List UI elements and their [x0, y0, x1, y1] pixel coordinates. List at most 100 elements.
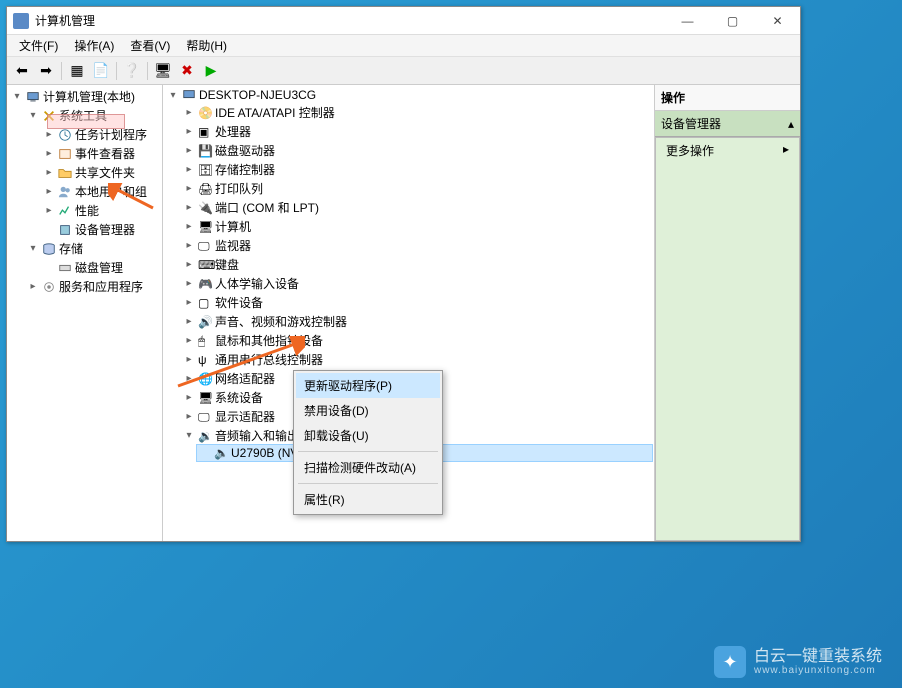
device-ports[interactable]: ▸🔌端口 (COM 和 LPT)	[181, 198, 652, 217]
tree-label: 音频输入和输出	[215, 427, 299, 444]
chevron-right-icon[interactable]: ▸	[183, 278, 195, 290]
watermark: ✦ 白云一键重装系统 www.baiyunxitong.com	[714, 646, 882, 678]
device-cpu[interactable]: ▸▣处理器	[181, 122, 652, 141]
device-sound[interactable]: ▸🔊声音、视频和游戏控制器	[181, 312, 652, 331]
computer-icon	[26, 90, 40, 104]
computer-management-window: 计算机管理 — ▢ ✕ 文件(F) 操作(A) 查看(V) 帮助(H) ⬅ ➡ …	[6, 6, 801, 542]
device-software[interactable]: ▸▢软件设备	[181, 293, 652, 312]
ctx-uninstall-device[interactable]: 卸载设备(U)	[296, 423, 440, 448]
chevron-right-icon[interactable]: ▸	[183, 297, 195, 309]
device-ide[interactable]: ▸📀IDE ATA/ATAPI 控制器	[181, 103, 652, 122]
tree-task-scheduler[interactable]: ▸任务计划程序	[41, 125, 160, 144]
ctx-scan-hardware[interactable]: 扫描检测硬件改动(A)	[296, 455, 440, 480]
tree-local-users[interactable]: ▸本地用户和组	[41, 182, 160, 201]
tree-label: 监视器	[215, 237, 251, 254]
tree-label: 打印队列	[215, 180, 263, 197]
chevron-right-icon[interactable]: ▸	[43, 186, 55, 198]
maximize-button[interactable]: ▢	[710, 7, 755, 35]
chevron-down-icon[interactable]: ▾	[27, 110, 39, 122]
chevron-right-icon[interactable]: ▸	[183, 335, 195, 347]
toolbar: ⬅ ➡ ▦ 📄 ❔ 🖥 ✖ ▶	[7, 57, 800, 85]
nav-back-button[interactable]: ⬅	[11, 60, 33, 82]
chevron-right-icon[interactable]: ▸	[183, 373, 195, 385]
chevron-down-icon[interactable]: ▾	[167, 89, 179, 101]
uninstall-button[interactable]: ✖	[176, 60, 198, 82]
scan-button[interactable]: 🖥	[152, 60, 174, 82]
separator	[61, 62, 62, 80]
device-mice[interactable]: ▸🖱鼠标和其他指针设备	[181, 331, 652, 350]
device-usb[interactable]: ▸ψ通用串行总线控制器	[181, 350, 652, 369]
ctx-update-driver[interactable]: 更新驱动程序(P)	[296, 373, 440, 398]
menu-action[interactable]: 操作(A)	[66, 35, 122, 56]
actions-section[interactable]: 设备管理器 ▴	[655, 111, 800, 137]
properties-button[interactable]: 📄	[90, 60, 112, 82]
app-icon	[13, 13, 29, 29]
chevron-right-icon[interactable]: ▸	[27, 281, 39, 293]
chevron-down-icon[interactable]: ▾	[27, 243, 39, 255]
device-printers[interactable]: ▸🖨打印队列	[181, 179, 652, 198]
chevron-right-icon[interactable]: ▸	[183, 202, 195, 214]
chevron-right-icon[interactable]: ▸	[183, 240, 195, 252]
chevron-right-icon[interactable]: ▸	[43, 148, 55, 160]
menu-help[interactable]: 帮助(H)	[178, 35, 235, 56]
tree-storage[interactable]: ▾ 存储	[25, 239, 160, 258]
tree-label: 系统工具	[59, 107, 107, 124]
tree-label: 性能	[75, 202, 99, 219]
device-tree-pane[interactable]: ▾DESKTOP-NJEU3CG ▸📀IDE ATA/ATAPI 控制器 ▸▣处…	[163, 85, 655, 541]
chevron-right-icon[interactable]: ▸	[183, 183, 195, 195]
chevron-right-icon[interactable]: ▸	[183, 164, 195, 176]
chevron-right-icon[interactable]: ▸	[183, 354, 195, 366]
menu-file[interactable]: 文件(F)	[11, 35, 66, 56]
tree-services-apps[interactable]: ▸服务和应用程序	[25, 277, 160, 296]
tree-label: 网络适配器	[215, 370, 275, 387]
chevron-right-icon[interactable]: ▸	[43, 129, 55, 141]
display-icon: 🖵	[198, 410, 212, 424]
chevron-right-icon[interactable]: ▸	[183, 107, 195, 119]
ctx-properties[interactable]: 属性(R)	[296, 487, 440, 512]
chevron-right-icon[interactable]: ▸	[183, 221, 195, 233]
nav-forward-button[interactable]: ➡	[35, 60, 57, 82]
tree-system-tools[interactable]: ▾ 系统工具	[25, 106, 160, 125]
close-button[interactable]: ✕	[755, 7, 800, 35]
chevron-right-icon[interactable]: ▸	[183, 411, 195, 423]
tree-event-viewer[interactable]: ▸事件查看器	[41, 144, 160, 163]
ctx-disable-device[interactable]: 禁用设备(D)	[296, 398, 440, 423]
printer-icon: 🖨	[198, 182, 212, 196]
tree-performance[interactable]: ▸ 性能	[41, 201, 160, 220]
left-tree-pane[interactable]: ▾ 计算机管理(本地) ▾ 系统工具 ▸任务计划程序	[7, 85, 163, 541]
device-keyboards[interactable]: ▸⌨键盘	[181, 255, 652, 274]
enable-button[interactable]: ▶	[200, 60, 222, 82]
software-icon: ▢	[198, 296, 212, 310]
device-monitors[interactable]: ▸🖵监视器	[181, 236, 652, 255]
device-hid[interactable]: ▸🎮人体学输入设备	[181, 274, 652, 293]
device-root[interactable]: ▾DESKTOP-NJEU3CG	[165, 87, 652, 103]
minimize-button[interactable]: —	[665, 7, 710, 35]
chevron-right-icon[interactable]: ▸	[43, 167, 55, 179]
tree-disk-mgmt[interactable]: ▸磁盘管理	[41, 258, 160, 277]
chevron-right-icon[interactable]: ▸	[183, 259, 195, 271]
help-button[interactable]: ❔	[121, 60, 143, 82]
tree-shared-folders[interactable]: ▸共享文件夹	[41, 163, 160, 182]
chevron-up-icon[interactable]: ▴	[788, 117, 794, 131]
port-icon: 🔌	[198, 201, 212, 215]
chevron-down-icon[interactable]: ▾	[183, 430, 195, 442]
tree-device-manager[interactable]: ▸设备管理器	[41, 220, 160, 239]
disk-icon	[58, 261, 72, 275]
chevron-right-icon[interactable]: ▸	[183, 126, 195, 138]
tree-label: 通用串行总线控制器	[215, 351, 323, 368]
device-storage-ctrl[interactable]: ▸🗄存储控制器	[181, 160, 652, 179]
tree-root[interactable]: ▾ 计算机管理(本地)	[9, 87, 160, 106]
device-computer[interactable]: ▸🖥计算机	[181, 217, 652, 236]
menu-view[interactable]: 查看(V)	[122, 35, 178, 56]
chevron-down-icon[interactable]: ▾	[11, 91, 23, 103]
actions-more[interactable]: 更多操作 ▸	[656, 138, 799, 163]
device-disk-drives[interactable]: ▸💾磁盘驱动器	[181, 141, 652, 160]
chevron-right-icon[interactable]: ▸	[183, 145, 195, 157]
show-hide-button[interactable]: ▦	[66, 60, 88, 82]
chevron-right-icon[interactable]: ▸	[183, 316, 195, 328]
chevron-right-icon[interactable]: ▸	[183, 392, 195, 404]
watermark-url: www.baiyunxitong.com	[754, 665, 882, 676]
actions-header: 操作	[655, 85, 800, 111]
tree-label: 磁盘驱动器	[215, 142, 275, 159]
chevron-right-icon[interactable]: ▸	[43, 205, 55, 217]
